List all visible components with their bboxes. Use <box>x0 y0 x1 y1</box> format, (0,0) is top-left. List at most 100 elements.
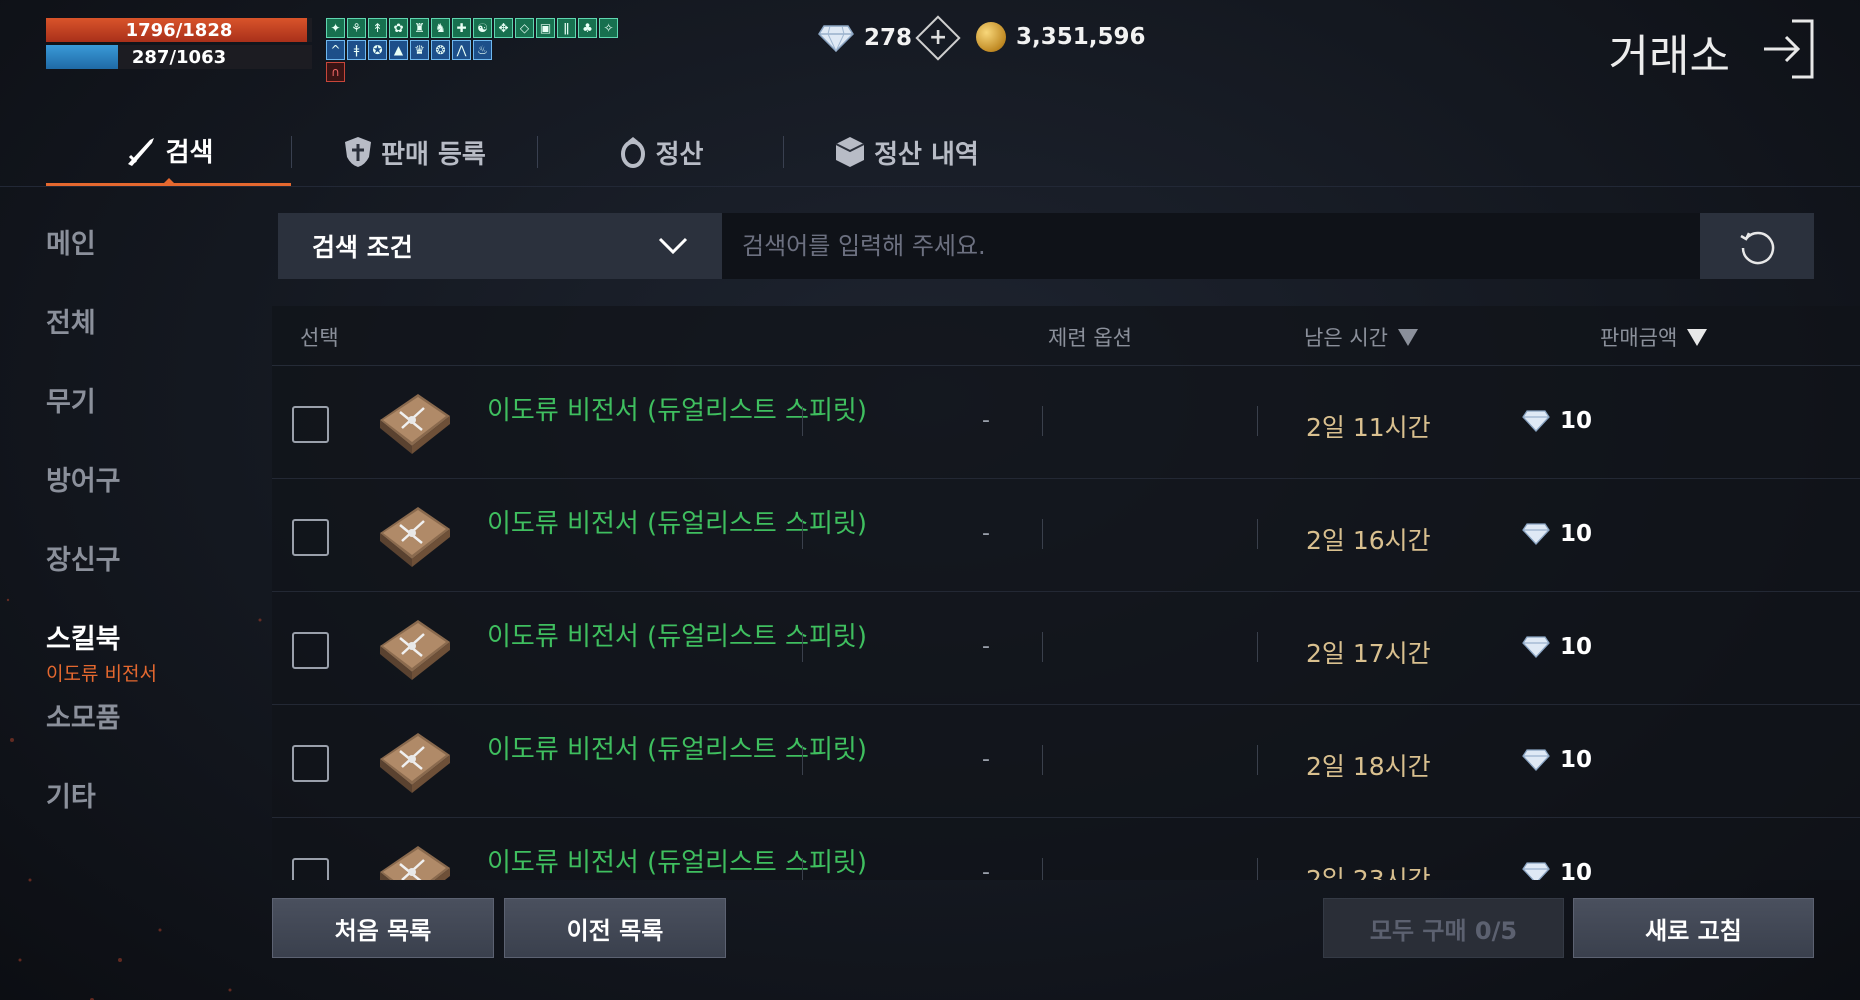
first-page-button[interactable]: 처음 목록 <box>272 898 494 958</box>
sidebar-item-main[interactable]: 메인 <box>46 222 246 301</box>
diamond-icon <box>1522 862 1550 880</box>
quill-sword-icon <box>124 134 158 168</box>
buff-icon[interactable]: ♜ <box>410 18 429 38</box>
hp-bar: 1796/1828 <box>46 18 312 42</box>
tab-label: 검색 <box>165 138 214 168</box>
listing-table: 선택 제련 옵션 남은 시간 판매금액 이도류 비전서 (듀얼리스트 스피릿) … <box>272 306 1860 880</box>
buff-icon[interactable]: ⚘ <box>347 18 366 38</box>
buff-icon[interactable]: ♞ <box>431 18 450 38</box>
buff-icon[interactable]: ↟ <box>368 18 387 38</box>
buff-icon[interactable]: ▣ <box>536 18 555 38</box>
column-refine-option: 제련 옵션 <box>1048 326 1132 350</box>
table-row[interactable]: 이도류 비전서 (듀얼리스트 스피릿) - 2일 16시간 10 <box>272 479 1860 592</box>
diamond-currency: 278 + <box>818 15 961 61</box>
buff-icon[interactable]: ♛ <box>410 40 429 60</box>
sidebar-subitem-dual-blade-book[interactable]: 이도류 비전서 <box>46 659 246 696</box>
remaining-time: 2일 11시간 <box>1306 413 1431 442</box>
refine-option: - <box>982 634 990 659</box>
buff-icon[interactable]: ✿ <box>389 18 408 38</box>
search-condition-dropdown[interactable]: 검색 조건 <box>278 213 722 279</box>
refine-option: - <box>982 521 990 546</box>
diamond-icon <box>1522 749 1550 771</box>
sidebar-item-armor[interactable]: 방어구 <box>46 459 246 538</box>
sort-down-icon <box>1687 328 1708 346</box>
table-header: 선택 제련 옵션 남은 시간 판매금액 <box>272 306 1860 366</box>
tab-sell-register[interactable]: 판매 등록 <box>292 118 537 186</box>
debuff-icon[interactable]: ∩ <box>326 62 345 82</box>
gold-coin-icon <box>976 22 1006 52</box>
column-price[interactable]: 판매금액 <box>1600 322 1708 352</box>
sidebar-item-consumable[interactable]: 소모품 <box>46 696 246 775</box>
tab-label: 정산 <box>655 139 704 170</box>
main-tabs: 검색 판매 등록 정산 정산 내역 <box>46 118 1029 186</box>
tab-label: 정산 내역 <box>874 139 979 170</box>
sidebar-item-weapon[interactable]: 무기 <box>46 380 246 459</box>
item-name[interactable]: 이도류 비전서 (듀얼리스트 스피릿) <box>487 390 867 427</box>
table-row[interactable]: 이도류 비전서 (듀얼리스트 스피릿) - 2일 23시간 10 <box>272 818 1860 880</box>
column-remaining-time[interactable]: 남은 시간 <box>1304 322 1418 352</box>
buff-icon[interactable]: ǂ <box>347 40 366 60</box>
sale-price: 10 <box>1522 747 1592 773</box>
plus-icon: + <box>928 25 948 50</box>
price-value: 10 <box>1560 521 1593 547</box>
buff-icon[interactable]: ✧ <box>599 18 618 38</box>
buff-icon[interactable]: ♣ <box>578 18 597 38</box>
buff-icon[interactable]: ✦ <box>326 18 345 38</box>
sale-price: 10 <box>1522 521 1592 547</box>
add-diamond-button[interactable]: + <box>915 15 961 61</box>
sidebar-item-all[interactable]: 전체 <box>46 301 246 380</box>
column-label: 판매금액 <box>1600 326 1678 350</box>
price-value: 10 <box>1560 860 1593 880</box>
buff-icon[interactable]: ◇ <box>515 18 534 38</box>
sort-down-icon <box>1397 328 1418 346</box>
item-name[interactable]: 이도류 비전서 (듀얼리스트 스피릿) <box>487 729 867 766</box>
category-sidebar: 메인 전체 무기 방어구 장신구 스킬북 이도류 비전서 소모품 기타 <box>46 222 246 854</box>
remaining-time: 2일 16시간 <box>1306 526 1431 555</box>
buff-icon[interactable]: ^ <box>326 40 345 60</box>
chevron-down-icon <box>658 232 688 261</box>
sidebar-item-accessory[interactable]: 장신구 <box>46 538 246 617</box>
select-checkbox[interactable] <box>292 858 329 880</box>
tab-settlement[interactable]: 정산 <box>538 118 783 186</box>
refresh-button[interactable]: 새로 고침 <box>1573 898 1814 958</box>
search-bar: 검색 조건 <box>278 213 1814 279</box>
item-name[interactable]: 이도류 비전서 (듀얼리스트 스피릿) <box>487 616 867 653</box>
buff-icon[interactable]: ✥ <box>494 18 513 38</box>
buff-icon[interactable]: ❂ <box>431 40 450 60</box>
sidebar-item-etc[interactable]: 기타 <box>46 775 246 854</box>
select-checkbox[interactable] <box>292 632 329 669</box>
buff-icon[interactable]: ♨ <box>473 40 492 60</box>
skillbook-item-icon <box>372 612 452 684</box>
table-row[interactable]: 이도류 비전서 (듀얼리스트 스피릿) - 2일 11시간 10 <box>272 366 1860 479</box>
prev-page-button[interactable]: 이전 목록 <box>504 898 726 958</box>
buff-icon[interactable]: ⋀ <box>452 40 471 60</box>
select-checkbox[interactable] <box>292 519 329 556</box>
select-checkbox[interactable] <box>292 406 329 443</box>
select-checkbox[interactable] <box>292 745 329 782</box>
reset-search-button[interactable] <box>1700 213 1814 279</box>
tab-settlement-history[interactable]: 정산 내역 <box>784 118 1029 186</box>
buff-icon[interactable]: ǁ <box>557 18 576 38</box>
sidebar-item-skillbook[interactable]: 스킬북 <box>46 617 246 659</box>
buff-icon[interactable]: ▲ <box>389 40 408 60</box>
buff-icon[interactable]: ✚ <box>452 18 471 38</box>
price-value: 10 <box>1560 408 1593 434</box>
exit-button[interactable] <box>1762 18 1816 80</box>
box-icon <box>834 135 866 169</box>
remaining-time: 2일 17시간 <box>1306 639 1431 668</box>
sale-price: 10 <box>1522 860 1592 880</box>
table-row[interactable]: 이도류 비전서 (듀얼리스트 스피릿) - 2일 18시간 10 <box>272 705 1860 818</box>
tabs-divider <box>0 186 1860 187</box>
item-name[interactable]: 이도류 비전서 (듀얼리스트 스피릿) <box>487 503 867 540</box>
tab-search[interactable]: 검색 <box>46 118 291 186</box>
sale-price: 10 <box>1522 634 1592 660</box>
buff-icon[interactable]: ☯ <box>473 18 492 38</box>
item-name[interactable]: 이도류 비전서 (듀얼리스트 스피릿) <box>487 842 867 879</box>
search-input[interactable] <box>722 213 1700 279</box>
table-row[interactable]: 이도류 비전서 (듀얼리스트 스피릿) - 2일 17시간 10 <box>272 592 1860 705</box>
skillbook-item-icon <box>372 725 452 797</box>
skillbook-item-icon <box>372 499 452 571</box>
refine-option: - <box>982 408 990 433</box>
buff-icon[interactable]: ✪ <box>368 40 387 60</box>
buy-all-button[interactable]: 모두 구매 0/5 <box>1323 898 1564 958</box>
